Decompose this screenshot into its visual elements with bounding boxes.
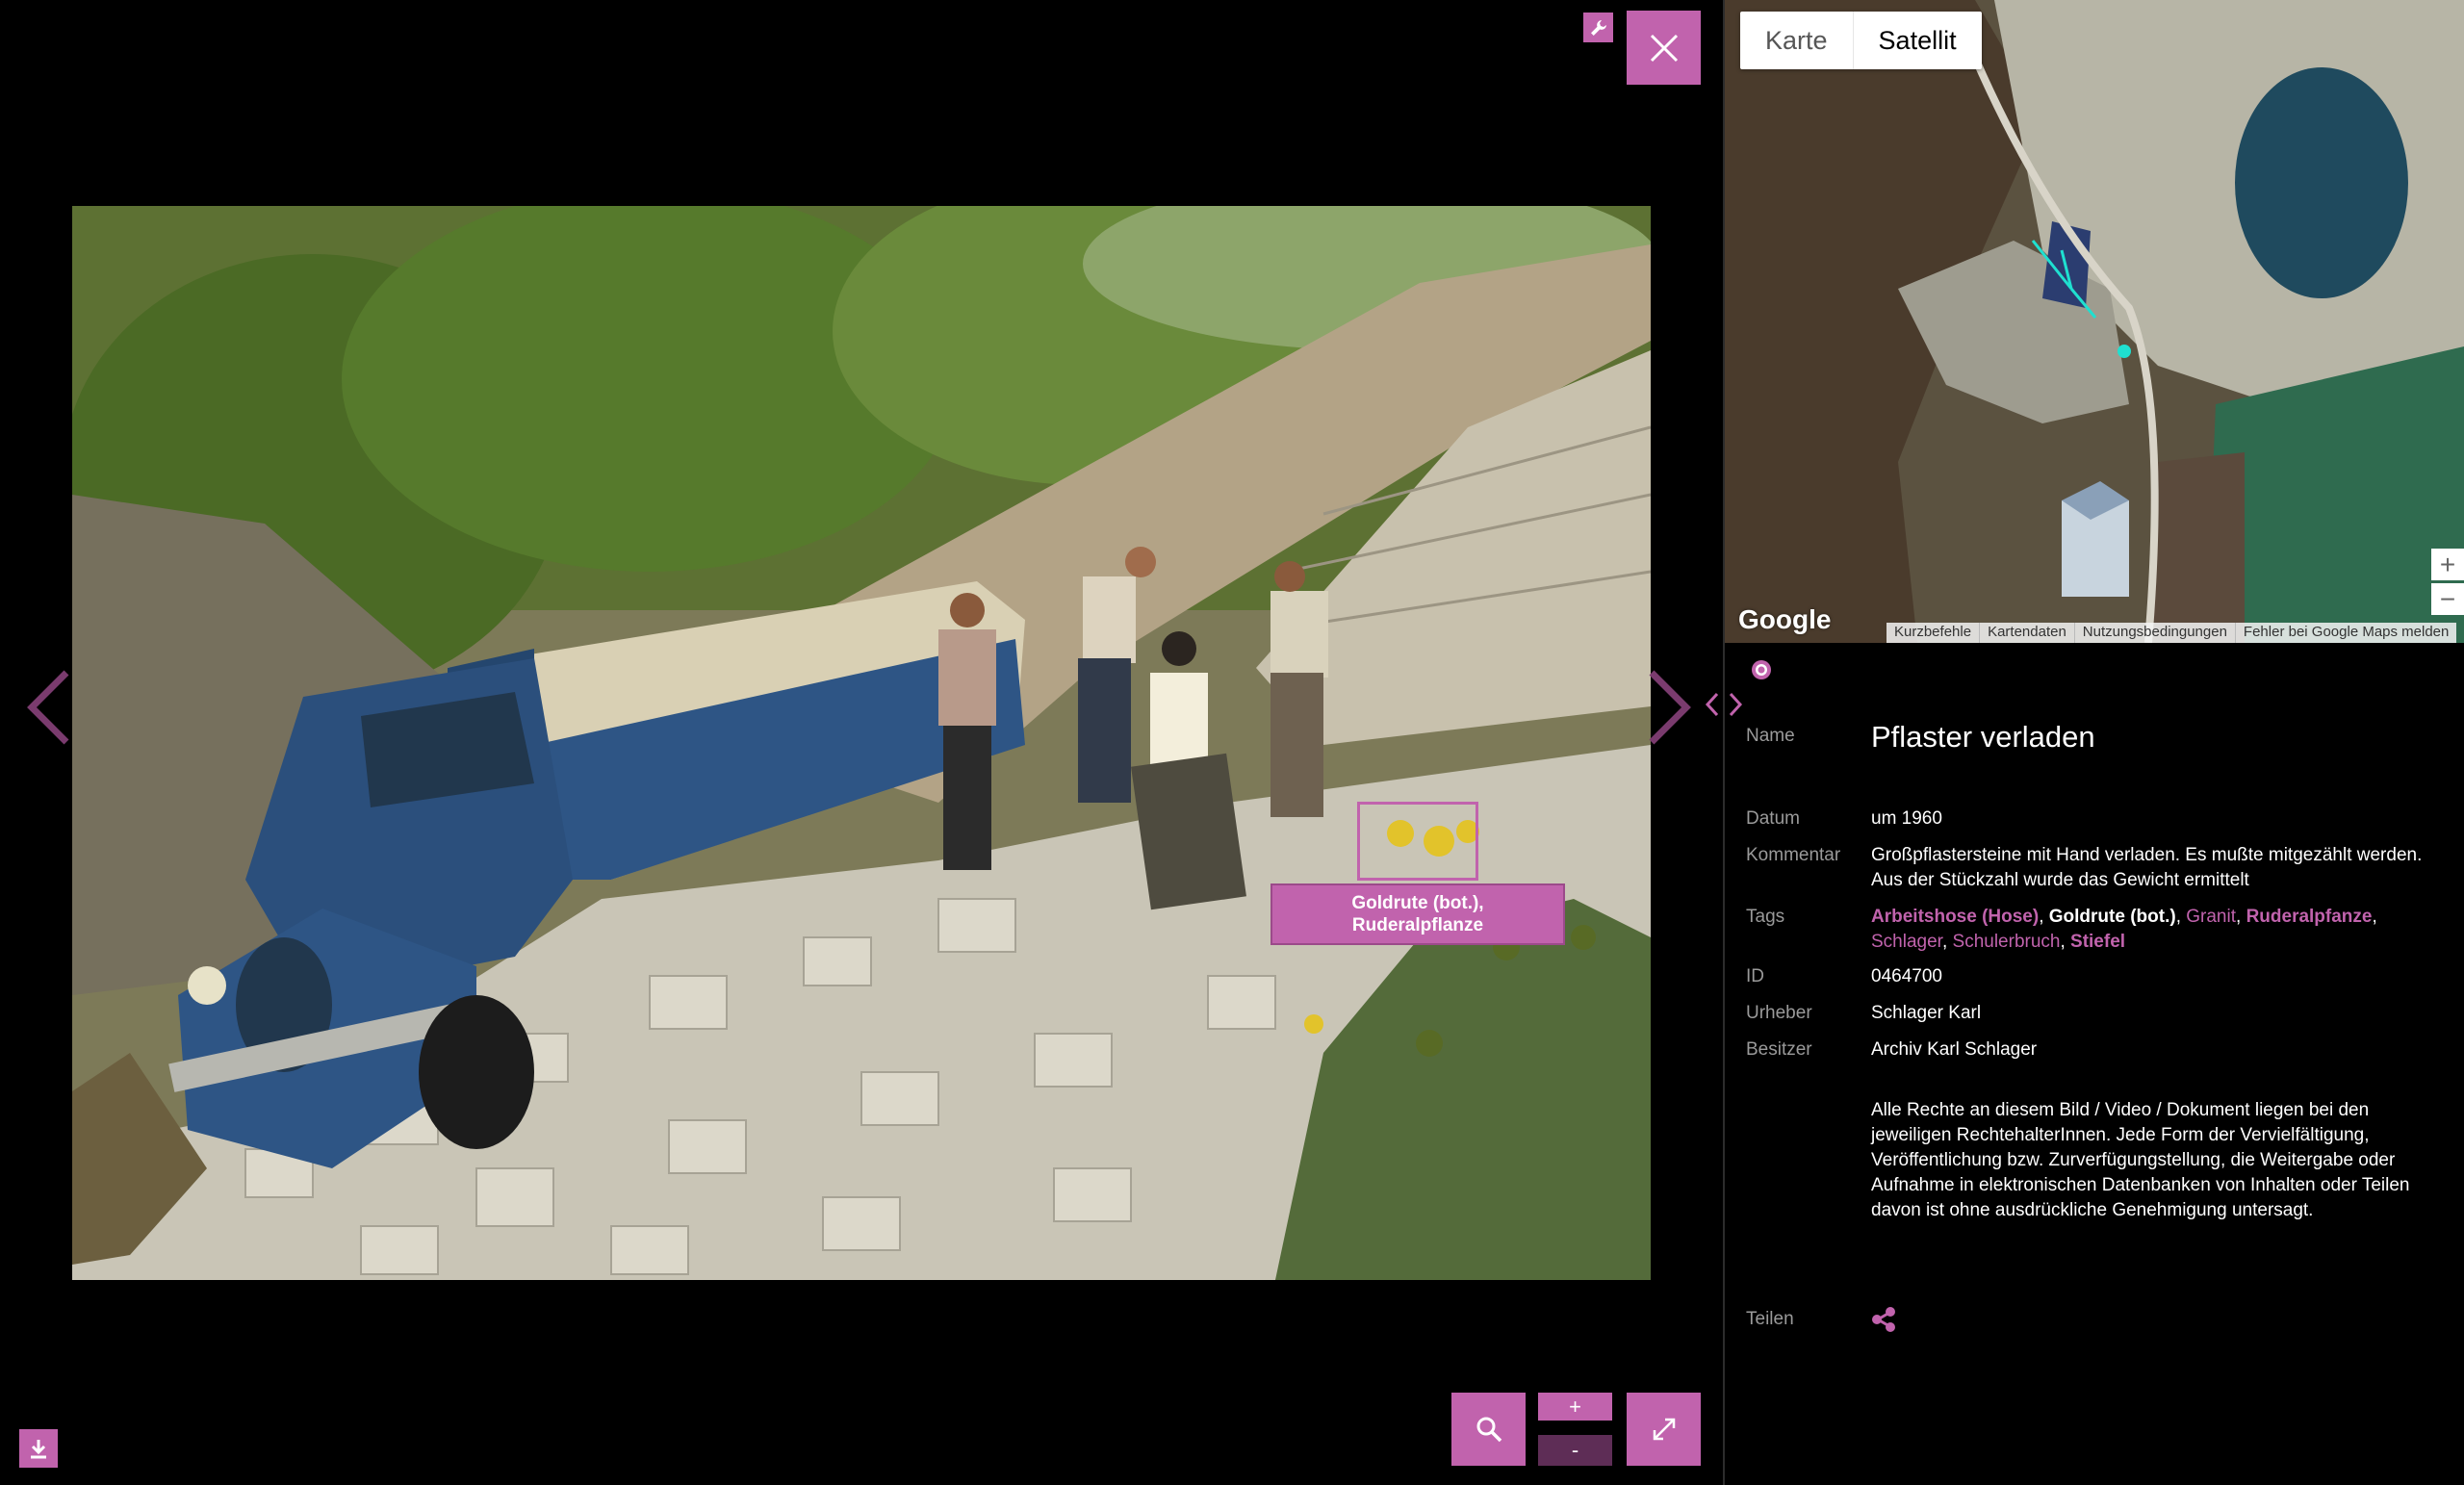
zoom-search-button[interactable] <box>1451 1393 1526 1466</box>
satellite-imagery <box>1725 0 2464 643</box>
comment-label: Kommentar <box>1746 845 1841 865</box>
rights-notice: Alle Rechte an diesem Bild / Video / Dok… <box>1871 1100 2410 1220</box>
tag-separator: , <box>2175 907 2187 927</box>
map-shortcuts-link[interactable]: Kurzbefehle <box>1886 623 1979 643</box>
map-report-link[interactable]: Fehler bei Google Maps melden <box>2234 623 2456 643</box>
image-title: Pflaster verladen <box>1871 720 2095 754</box>
search-icon <box>1476 1417 1502 1443</box>
close-button[interactable] <box>1627 11 1701 85</box>
download-button[interactable] <box>19 1429 58 1468</box>
previous-image-button[interactable] <box>19 664 77 751</box>
zoom-in-button[interactable]: + <box>1538 1393 1612 1421</box>
comment-value: Großpflastersteine mit Hand verladen. Es… <box>1871 845 2423 890</box>
chevron-right-icon <box>1649 670 1691 745</box>
tag-highlight-box[interactable] <box>1357 802 1478 881</box>
id-value: 0464700 <box>1871 966 1942 986</box>
image-viewer: Goldrute (bot.), Ruderalpflanze + - <box>0 0 1723 1485</box>
panel-toggle-button[interactable] <box>1702 691 1748 718</box>
zoom-out-button[interactable]: - <box>1538 1435 1612 1466</box>
expand-icon <box>1653 1418 1675 1441</box>
location-map[interactable]: Karte Satellit + − Google Kurzbefehle Ka… <box>1725 0 2464 643</box>
share-button[interactable] <box>1871 1307 1898 1334</box>
wrench-icon <box>1590 19 1606 36</box>
author-value: Schlager Karl <box>1871 1003 1982 1023</box>
map-zoom-in-button[interactable]: + <box>2431 549 2464 580</box>
chevron-left-icon <box>27 670 69 745</box>
info-panel: Name Pflaster verladen Datum um 1960 Kom… <box>1725 643 2464 1485</box>
tag-link[interactable]: Goldrute (bot.) <box>2049 907 2176 927</box>
id-label: ID <box>1746 966 1764 986</box>
tag-link[interactable]: Stiefel <box>2070 932 2125 952</box>
download-icon <box>31 1440 46 1459</box>
map-type-karte-button[interactable]: Karte <box>1740 12 1854 69</box>
tags-label: Tags <box>1746 907 1785 927</box>
tag-separator: , <box>2372 907 2377 927</box>
date-label: Datum <box>1746 808 1800 829</box>
share-label: Teilen <box>1746 1309 1794 1329</box>
date-value: um 1960 <box>1871 808 1942 829</box>
tag-separator: , <box>2060 932 2071 952</box>
author-label: Urheber <box>1746 1003 1812 1023</box>
wrench-button[interactable] <box>1583 13 1613 42</box>
google-logo: Google <box>1738 604 1832 634</box>
map-data-link[interactable]: Kartendaten <box>1979 623 2074 643</box>
tag-link[interactable]: Granit <box>2186 907 2236 927</box>
tag-separator: , <box>2039 907 2049 927</box>
share-icon <box>1872 1307 1895 1332</box>
photo-illustration <box>72 206 1651 1280</box>
collapse-expand-icon <box>1705 692 1743 717</box>
owner-label: Besitzer <box>1746 1039 1812 1060</box>
map-terms-link[interactable]: Nutzungsbedingungen <box>2073 623 2235 643</box>
name-label: Name <box>1746 726 1795 746</box>
main-photo[interactable] <box>72 206 1651 1280</box>
tags-list: Arbeitshose (Hose), Goldrute (bot.), Gra… <box>1871 905 2429 955</box>
tag-link[interactable]: Schulerbruch <box>1953 932 2061 952</box>
map-type-toggle: Karte Satellit <box>1740 12 1982 69</box>
fullscreen-button[interactable] <box>1627 1393 1701 1466</box>
close-icon <box>1650 34 1678 62</box>
tag-link[interactable]: Arbeitshose (Hose) <box>1871 907 2039 927</box>
owner-value: Archiv Karl Schlager <box>1871 1039 2038 1060</box>
map-zoom-out-button[interactable]: − <box>2431 583 2464 615</box>
tag-separator: , <box>1941 932 1953 952</box>
map-type-satellit-button[interactable]: Satellit <box>1854 12 1982 69</box>
tag-separator: , <box>2236 907 2246 927</box>
map-attribution-bar: Kurzbefehle Kartendaten Nutzungsbedingun… <box>1886 623 2457 643</box>
next-image-button[interactable] <box>1641 664 1699 751</box>
target-icon[interactable] <box>1750 658 1773 681</box>
tag-link[interactable]: Ruderalpfanze <box>2246 907 2373 927</box>
tag-link[interactable]: Schlager <box>1871 932 1942 952</box>
tag-tooltip: Goldrute (bot.), Ruderalpflanze <box>1270 883 1565 945</box>
